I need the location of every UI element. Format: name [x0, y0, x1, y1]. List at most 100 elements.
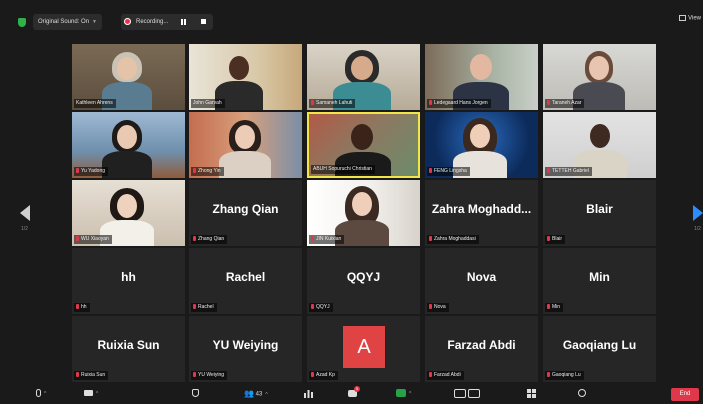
security-shield-icon[interactable]	[18, 18, 26, 27]
participant-name-label: WU Xiaoyan	[74, 235, 112, 244]
muted-mic-icon	[76, 304, 79, 309]
participant-tile[interactable]: Min Min	[543, 248, 656, 314]
participants-icon: 👥	[244, 389, 254, 398]
participant-tile[interactable]: JIN Kuixian	[307, 180, 420, 246]
muted-mic-icon	[547, 100, 550, 105]
participant-tile[interactable]: Rachel Rachel	[189, 248, 302, 314]
original-sound-label: Original Sound: On	[38, 19, 90, 25]
participant-tile[interactable]: Taraneh Azar	[543, 44, 656, 110]
muted-mic-icon	[311, 372, 314, 377]
record-button[interactable]	[454, 388, 480, 400]
participant-name-label: Samaneh Lahuti	[309, 99, 356, 108]
participant-tile[interactable]: Zahra Moghadd... Zahra Moghaddasi	[425, 180, 538, 246]
recording-indicator: Recording...	[121, 14, 213, 30]
chevron-up-icon[interactable]: ^	[96, 391, 98, 397]
participant-name-label: Zhang Qian	[191, 235, 228, 244]
record-pause-icon	[454, 388, 466, 398]
participant-face	[229, 56, 249, 80]
muted-mic-icon	[193, 372, 196, 377]
participant-tile[interactable]: FENG Lingsha	[425, 112, 538, 178]
record-dot-icon	[124, 18, 131, 25]
muted-mic-icon	[429, 100, 432, 105]
share-screen-icon	[396, 389, 406, 398]
participant-name-label: YU Weiying	[191, 371, 228, 380]
next-page-arrow-icon[interactable]	[693, 205, 703, 221]
participant-display-name: Farzad Abdi	[447, 338, 516, 352]
participant-tile[interactable]: Kathleen Ahrens	[72, 44, 185, 110]
participant-tile[interactable]: Blair Blair	[543, 180, 656, 246]
participant-tile[interactable]: Farzad Abdi Farzad Abdi	[425, 316, 538, 382]
meeting-controls-toolbar: ^ ^ 👥 43 ^ 5 ^ End	[0, 384, 703, 404]
grid-view-icon	[679, 15, 687, 21]
participants-button[interactable]: 👥 43 ^	[244, 388, 268, 400]
participant-tile[interactable]: Nova Nova	[425, 248, 538, 314]
participant-tile[interactable]: Ruixia Sun Ruixia Sun	[72, 316, 185, 382]
polls-button[interactable]	[304, 388, 313, 400]
video-camera-icon	[84, 390, 93, 397]
chevron-up-icon[interactable]: ^	[44, 391, 46, 397]
chevron-up-icon[interactable]: ^	[409, 391, 411, 397]
muted-mic-icon	[429, 304, 432, 309]
participant-name-label: QQYJ	[309, 303, 333, 312]
video-button[interactable]: ^	[84, 388, 98, 400]
participant-face	[351, 56, 373, 80]
muted-mic-icon	[76, 372, 79, 377]
participant-display-name: Nova	[466, 270, 497, 284]
view-label: View	[688, 15, 701, 22]
muted-mic-icon	[76, 168, 79, 173]
muted-mic-icon	[429, 372, 432, 377]
participant-face	[470, 124, 490, 148]
participant-name-label: Zhong Yin	[191, 167, 224, 176]
chat-button[interactable]: 5	[348, 385, 360, 400]
participant-tile[interactable]: TETTEH Gabriel	[543, 112, 656, 178]
participant-tile[interactable]: A Azad Kp	[307, 316, 420, 382]
participant-tile[interactable]: Zhong Yin	[189, 112, 302, 178]
participant-display-name: Ruixia Sun	[97, 338, 160, 352]
participant-tile[interactable]: Yu Yadong	[72, 112, 185, 178]
participant-body	[102, 151, 152, 178]
participant-display-name: Blair	[586, 202, 613, 216]
muted-mic-icon	[193, 236, 196, 241]
participants-count: 43	[255, 391, 263, 398]
breakout-rooms-button[interactable]	[527, 388, 536, 400]
participant-name-label: Azad Kp	[309, 371, 338, 380]
participant-tile[interactable]: Gaoqiang Lu Gaoqiang Lu	[543, 316, 656, 382]
participant-name-label: Nova	[427, 303, 449, 312]
participant-tile[interactable]: WU Xiaoyan	[72, 180, 185, 246]
page-indicator-right: 1/2	[694, 226, 701, 232]
microphone-icon	[36, 389, 41, 398]
share-screen-button[interactable]: ^	[396, 388, 411, 400]
participant-name-label: ABUH Sopuruchi Christian	[311, 165, 375, 174]
pause-recording-icon[interactable]	[181, 19, 187, 25]
chevron-up-icon[interactable]: ^	[265, 392, 267, 398]
participant-tile[interactable]: Samaneh Lahuti	[307, 44, 420, 110]
participant-body	[219, 151, 271, 178]
participant-name-label: FENG Lingsha	[427, 167, 470, 176]
muted-mic-icon	[429, 236, 432, 241]
participant-name-label: TETTEH Gabriel	[545, 167, 592, 176]
participant-tile[interactable]: hh hh	[72, 248, 185, 314]
security-button[interactable]	[192, 388, 199, 400]
participant-tile[interactable]: QQYJ QQYJ	[307, 248, 420, 314]
view-button[interactable]: View	[679, 15, 701, 22]
stop-recording-icon[interactable]	[201, 19, 206, 24]
participant-tile[interactable]: Ledegaard Hans Jorgen	[425, 44, 538, 110]
participant-display-name: Zahra Moghadd...	[431, 202, 532, 216]
original-sound-button[interactable]: Original Sound: On ▼	[33, 14, 102, 30]
participant-tile-active-speaker[interactable]: ABUH Sopuruchi Christian	[307, 112, 420, 178]
participant-tile[interactable]: Zhang Qian Zhang Qian	[189, 180, 302, 246]
participant-name-label: Kathleen Ahrens	[74, 99, 116, 108]
participant-display-name: Zhang Qian	[212, 202, 279, 216]
participant-face	[589, 56, 609, 80]
participant-tile[interactable]: John Garvah	[189, 44, 302, 110]
end-meeting-button[interactable]: End	[671, 388, 699, 401]
previous-page-arrow-icon[interactable]	[20, 205, 30, 221]
participant-tile[interactable]: YU Weiying YU Weiying	[189, 316, 302, 382]
participant-face	[117, 194, 137, 218]
muted-mic-icon	[547, 372, 550, 377]
mute-button[interactable]: ^	[36, 388, 46, 400]
muted-mic-icon	[76, 236, 79, 241]
participant-face	[117, 125, 137, 149]
muted-mic-icon	[193, 304, 196, 309]
reactions-button[interactable]	[578, 388, 586, 400]
